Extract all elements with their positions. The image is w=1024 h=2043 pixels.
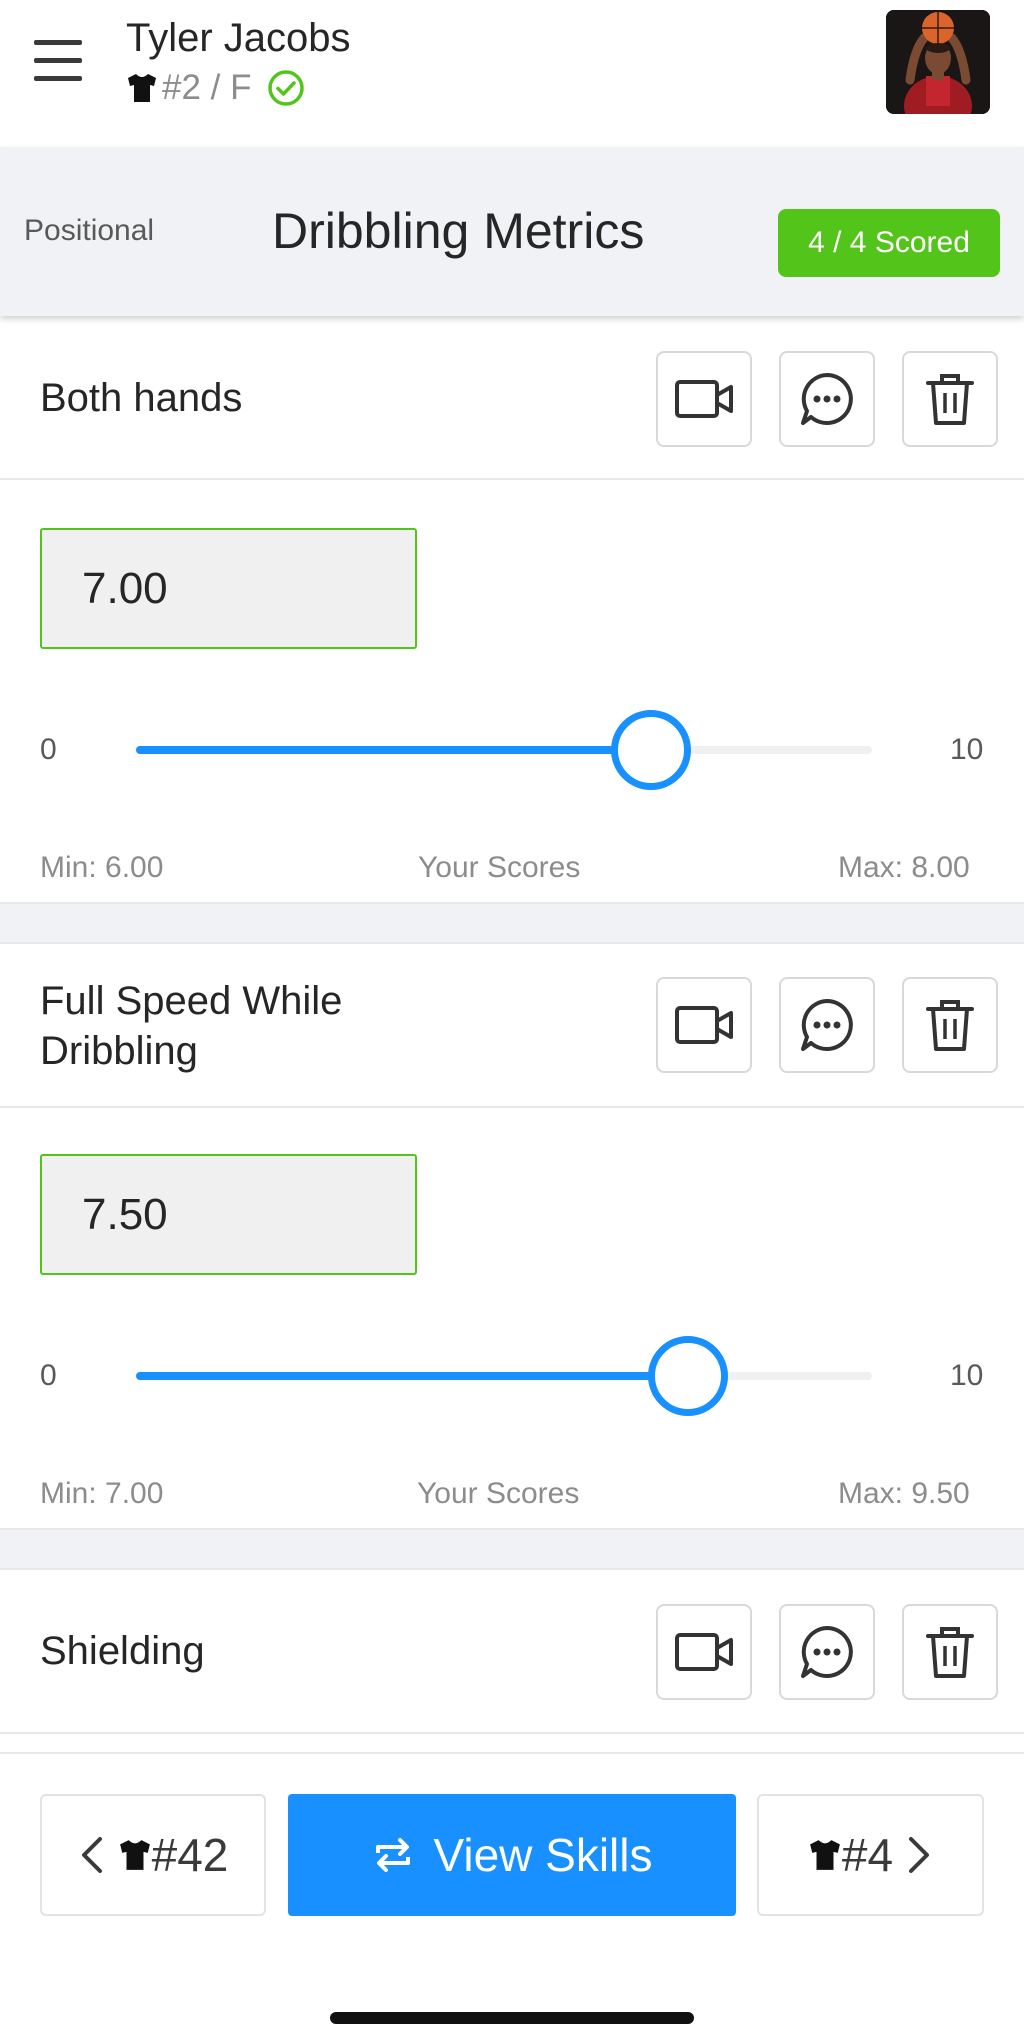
- swap-icon: [375, 1838, 410, 1872]
- score-input[interactable]: 7.00: [40, 528, 417, 649]
- video-camera-icon: [675, 380, 733, 418]
- metric-name: Full Speed While Dribbling: [40, 979, 343, 1073]
- section-title: Dribbling Metrics: [272, 203, 645, 259]
- video-button[interactable]: [656, 351, 752, 447]
- score-slider[interactable]: [136, 710, 872, 790]
- slider-min-label: 0: [40, 1359, 57, 1392]
- comment-bubble-icon: [801, 1626, 853, 1678]
- home-indicator[interactable]: [330, 2012, 694, 2024]
- bottom-nav: #42 View Skills #4: [0, 1752, 1024, 2043]
- slider-min-label: 0: [40, 733, 57, 766]
- comment-button[interactable]: [779, 351, 875, 447]
- scored-badge: 4 / 4 Scored: [778, 209, 1000, 277]
- player-photo: [886, 10, 990, 114]
- video-button[interactable]: [656, 977, 752, 1073]
- slider-fill: [136, 746, 652, 754]
- comment-bubble-icon: [801, 373, 853, 425]
- metric-header-full-speed: Full Speed While Dribbling: [0, 946, 1024, 1108]
- metric-header-shielding: Shielding: [0, 1572, 1024, 1734]
- player-header: Tyler Jacobs #2 / F: [0, 0, 1024, 147]
- slider-fill: [136, 1372, 688, 1380]
- range-min: Min: 7.00: [40, 1477, 164, 1510]
- view-skills-label: View Skills: [433, 1829, 653, 1881]
- trash-icon: [926, 1000, 974, 1051]
- positional-tab[interactable]: Positional: [24, 214, 154, 248]
- divider: [0, 1528, 1024, 1570]
- range-max: Max: 9.50: [838, 1477, 970, 1510]
- next-player-label: #4: [841, 1829, 894, 1881]
- prev-player-button[interactable]: #42: [40, 1794, 266, 1916]
- score-input[interactable]: 7.50: [40, 1154, 417, 1275]
- check-circle-icon: [268, 70, 305, 106]
- player-name: Tyler Jacobs: [126, 16, 351, 60]
- next-player-button[interactable]: #4: [757, 1794, 984, 1916]
- metric-name: Shielding: [40, 1629, 205, 1673]
- hamburger-icon[interactable]: [30, 36, 86, 86]
- avatar[interactable]: [886, 10, 990, 114]
- your-scores-label: Your Scores: [417, 1477, 580, 1510]
- comment-button[interactable]: [779, 1604, 875, 1700]
- chevron-right-icon: [909, 1837, 930, 1873]
- jersey-icon: [810, 1840, 840, 1870]
- delete-button[interactable]: [902, 351, 998, 447]
- comment-bubble-icon: [801, 999, 853, 1051]
- trash-icon: [926, 374, 974, 425]
- range-max: Max: 8.00: [838, 851, 970, 884]
- delete-button[interactable]: [902, 977, 998, 1073]
- score-slider[interactable]: [136, 1336, 872, 1416]
- slider-handle[interactable]: [648, 1336, 728, 1416]
- player-meta: #2 / F: [126, 68, 305, 108]
- prev-player-label: #42: [151, 1829, 229, 1881]
- comment-button[interactable]: [779, 977, 875, 1073]
- slider-max-label: 10: [950, 1359, 984, 1392]
- video-camera-icon: [675, 1006, 733, 1044]
- metric-name: Both hands: [40, 376, 243, 420]
- chevron-left-icon: [81, 1837, 102, 1873]
- delete-button[interactable]: [902, 1604, 998, 1700]
- video-camera-icon: [675, 1633, 733, 1671]
- player-number-position: #2 / F: [162, 68, 252, 107]
- jersey-icon: [119, 1840, 150, 1870]
- divider: [0, 902, 1024, 944]
- metric-header-both-hands: Both hands: [0, 318, 1024, 480]
- trash-icon: [926, 1627, 974, 1678]
- video-button[interactable]: [656, 1604, 752, 1700]
- your-scores-label: Your Scores: [418, 851, 581, 884]
- range-min: Min: 6.00: [40, 851, 164, 884]
- slider-max-label: 10: [950, 733, 984, 766]
- slider-handle[interactable]: [611, 710, 692, 790]
- view-skills-button[interactable]: View Skills: [288, 1794, 736, 1916]
- jersey-icon: [128, 74, 156, 102]
